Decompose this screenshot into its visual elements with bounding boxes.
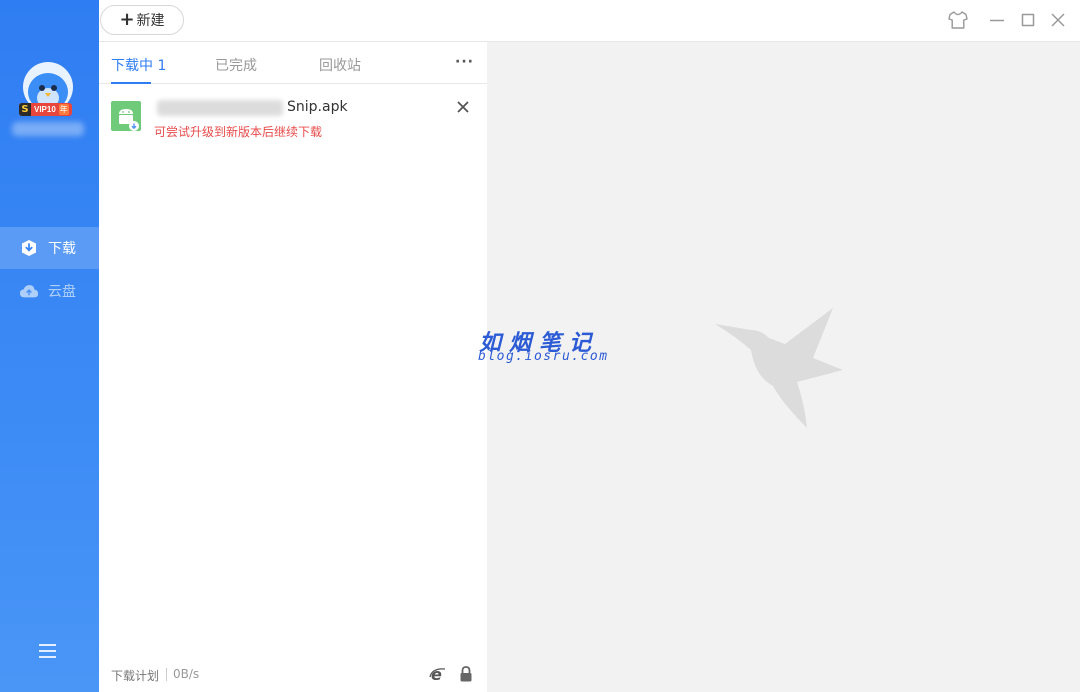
- svg-text:e: e: [431, 665, 442, 683]
- detail-pane: [487, 42, 1080, 692]
- sidebar-item-cloud[interactable]: 云盘: [0, 270, 99, 312]
- ie-browser-icon[interactable]: e: [429, 665, 447, 684]
- downloads-panel: 下载中 1 已完成 回收站 ··· Snip.apk 可尝试升级到新版本后继续下…: [99, 42, 487, 692]
- username-blurred: [12, 122, 84, 136]
- watermark-url: blog.iosru.com: [478, 349, 609, 364]
- download-item[interactable]: Snip.apk 可尝试升级到新版本后继续下载: [99, 87, 487, 145]
- sidebar-item-label: 下载: [48, 241, 76, 257]
- footer-divider: [166, 668, 167, 681]
- tab-recycle-bin[interactable]: 回收站: [319, 55, 361, 75]
- vip-year-label: 年: [58, 104, 69, 115]
- sidebar-item-download[interactable]: 下载: [0, 227, 99, 269]
- lock-icon[interactable]: [457, 665, 475, 683]
- hamburger-menu-icon[interactable]: [37, 642, 59, 660]
- status-footer: 下载计划 0B/s e: [99, 661, 487, 691]
- more-options-button[interactable]: ···: [455, 54, 474, 70]
- tab-completed[interactable]: 已完成: [215, 55, 257, 75]
- download-plan-link[interactable]: 下载计划: [111, 667, 159, 684]
- new-download-button[interactable]: + 新建: [100, 5, 184, 35]
- vip-s-label: S: [19, 103, 31, 116]
- download-speed: 0B/s: [173, 667, 200, 681]
- vip-badge: S VIP10 年: [19, 103, 72, 116]
- cloud-icon: [19, 281, 39, 301]
- minimize-icon[interactable]: [986, 9, 1008, 31]
- plus-icon: +: [119, 9, 135, 30]
- tab-downloading[interactable]: 下载中 1: [111, 55, 166, 75]
- download-shield-icon: [19, 238, 39, 258]
- download-filename: Snip.apk: [287, 99, 348, 115]
- close-icon[interactable]: [1047, 9, 1069, 31]
- download-error-message: 可尝试升级到新版本后继续下载: [154, 125, 323, 139]
- new-button-label: 新建: [136, 13, 165, 29]
- filename-blurred: [157, 100, 283, 116]
- android-apk-icon: [111, 101, 141, 131]
- tab-bar: 下载中 1 已完成 回收站 ···: [99, 42, 487, 84]
- remove-download-icon[interactable]: [455, 99, 471, 115]
- title-bar: + 新建: [99, 0, 1080, 42]
- maximize-icon[interactable]: [1017, 9, 1039, 31]
- sidebar-item-label: 云盘: [48, 284, 76, 300]
- sidebar: S VIP10 年 下载 云盘: [0, 0, 99, 692]
- vip-level-label: VIP10: [34, 105, 56, 114]
- thunder-bird-logo-icon: [715, 308, 843, 428]
- active-tab-indicator: [111, 82, 151, 84]
- skin-shirt-icon[interactable]: [947, 9, 969, 31]
